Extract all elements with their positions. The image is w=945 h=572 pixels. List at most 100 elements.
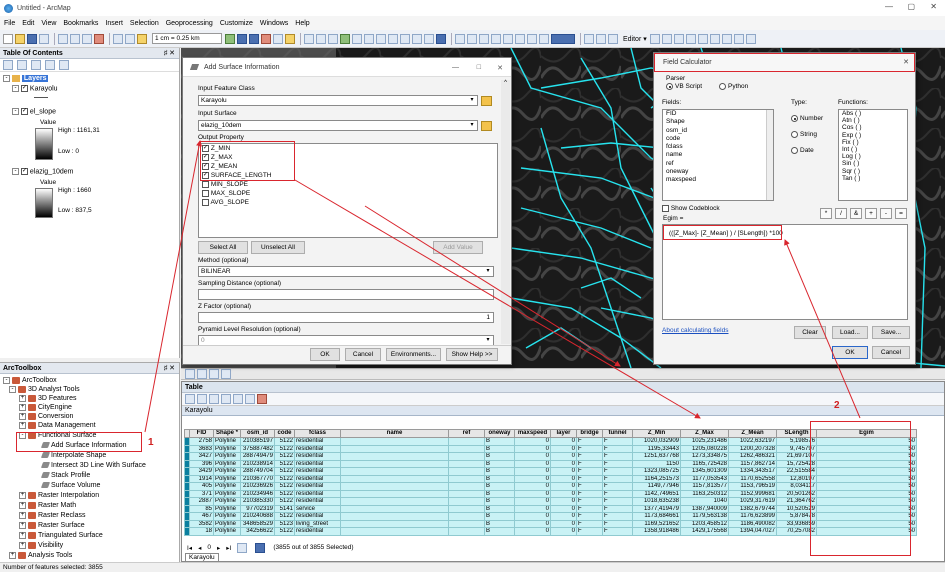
editor-menu[interactable]: Editor ▾ — [623, 35, 647, 43]
table-cell[interactable] — [448, 497, 485, 506]
parser-vbscript-radio[interactable]: VB Script — [666, 83, 702, 91]
last-record-icon[interactable]: ▸I — [226, 544, 231, 552]
table-cell[interactable]: 1165,725428 — [680, 459, 729, 468]
table-cell[interactable]: 1186,490082 — [728, 519, 777, 528]
expand-icon[interactable]: + — [19, 412, 26, 420]
table-cell[interactable]: 1149,77946 — [632, 482, 681, 491]
table-cell[interactable]: residential — [294, 437, 341, 446]
layer-el-slope[interactable]: - ✓ el_slope — [12, 108, 56, 115]
table-cell[interactable]: 0 — [550, 437, 577, 446]
fields-scrollbar[interactable] — [766, 110, 773, 200]
select-features-icon[interactable] — [400, 33, 410, 44]
zoom-to-selected-icon[interactable] — [245, 394, 255, 404]
first-record-icon[interactable]: I◂ — [187, 544, 192, 552]
table-cell[interactable]: 0 — [550, 444, 577, 453]
radio-selected[interactable] — [791, 115, 798, 122]
table-cell[interactable]: F — [602, 482, 633, 491]
collapse-icon[interactable]: - — [3, 75, 10, 82]
record-number[interactable]: 0 — [207, 544, 211, 551]
column-header[interactable]: maxspeed — [514, 429, 551, 438]
paste-icon[interactable] — [82, 33, 92, 44]
table-cell[interactable]: B — [484, 519, 515, 528]
layer-visibility-checkbox[interactable]: ✓ — [20, 108, 28, 115]
table-cell[interactable] — [448, 459, 485, 468]
toc-window-icon[interactable] — [237, 33, 247, 44]
dialog-scrollbar[interactable]: ^ — [501, 80, 510, 344]
table-cell[interactable]: 5122 — [274, 497, 295, 506]
radio-unselected[interactable] — [719, 83, 726, 90]
table-cell[interactable]: 1251,637768 — [632, 452, 681, 461]
table-cell[interactable]: 0 — [550, 504, 577, 513]
toc-options-icon[interactable] — [59, 60, 69, 70]
load-button[interactable]: Load... — [832, 326, 868, 339]
html-popup-icon[interactable] — [503, 33, 513, 44]
table-cell[interactable] — [340, 489, 449, 498]
measure-icon[interactable] — [479, 33, 489, 44]
add-value-button[interactable]: Add Value — [433, 241, 483, 254]
table-cell[interactable]: residential — [294, 474, 341, 483]
table-row[interactable]: 371 Polyline 210234946 5122 residential B 0 0 F F… — [184, 489, 917, 498]
collapse-icon[interactable]: - — [3, 376, 10, 384]
table-cell[interactable]: 1377,419479 — [632, 504, 681, 513]
table-cell[interactable]: residential — [294, 467, 341, 476]
table-cell[interactable]: Polyline — [213, 467, 241, 476]
table-cell[interactable]: Polyline — [213, 504, 241, 513]
toolset-3d-features[interactable]: +3D Features — [19, 394, 77, 403]
table-cell[interactable]: 5122 — [274, 437, 295, 446]
column-header[interactable]: osm_id — [240, 429, 275, 438]
function-item[interactable]: Log ( ) — [839, 153, 907, 160]
table-options-icon[interactable] — [185, 394, 195, 404]
column-header[interactable]: tunnel — [602, 429, 633, 438]
table-cell[interactable]: 2887 — [189, 497, 214, 506]
arctoolbox-icon[interactable] — [261, 33, 271, 44]
time-slider-icon[interactable] — [515, 33, 525, 44]
tool-stack-profile[interactable]: Stack Profile — [40, 471, 90, 480]
table-cell[interactable]: 1040 — [680, 497, 729, 506]
expand-icon[interactable]: + — [19, 521, 26, 529]
data-view-icon[interactable] — [185, 369, 195, 379]
table-row[interactable]: 3427 Polyline 288749479 5122 residential B 0 0 F… — [184, 452, 917, 461]
table-cell[interactable]: 1200,207328 — [728, 444, 777, 453]
table-cell[interactable]: 0 — [550, 512, 577, 521]
table-cell[interactable]: B — [484, 467, 515, 476]
expand-icon[interactable]: + — [19, 541, 26, 549]
table-cell[interactable]: 1323,085725 — [632, 467, 681, 476]
table-cell[interactable]: 210385330 — [240, 497, 275, 506]
multiply-operator-button[interactable]: * — [820, 208, 832, 219]
minus-operator-button[interactable]: - — [880, 208, 892, 219]
copy-icon[interactable] — [70, 33, 80, 44]
dialog-maximize-button[interactable]: □ — [477, 64, 481, 71]
menu-edit[interactable]: Edit — [22, 20, 34, 27]
pause-drawing-icon[interactable] — [221, 369, 231, 379]
arctoolbox-pin-close[interactable]: ♯ ✕ — [164, 364, 175, 372]
find-icon[interactable] — [455, 33, 465, 44]
save-button[interactable]: Save... — [872, 326, 910, 339]
list-by-source-icon[interactable] — [17, 60, 27, 70]
field-item[interactable]: osm_id — [663, 127, 773, 135]
table-cell[interactable]: 0 — [550, 527, 577, 536]
table-cell[interactable]: 371 — [189, 489, 214, 498]
table-cell[interactable]: 3429 — [189, 467, 214, 476]
table-cell[interactable]: B — [484, 444, 515, 453]
table-cell[interactable]: 0 — [514, 444, 551, 453]
column-header[interactable]: Z_Max — [680, 429, 729, 438]
toolbox-root[interactable]: - ArcToolbox — [3, 376, 57, 385]
toc-pin-close[interactable]: ♯ ✕ — [164, 49, 175, 57]
table-cell[interactable] — [448, 489, 485, 498]
color-swatch-icon[interactable] — [551, 33, 575, 44]
map-scale-input[interactable]: 1 cm = 0.25 km — [152, 33, 222, 44]
collapse-icon[interactable]: - — [12, 85, 19, 92]
checkbox-unchecked[interactable] — [202, 190, 209, 197]
table-cell[interactable]: 210385197 — [240, 437, 275, 446]
table-cell[interactable]: 1429,175568 — [680, 527, 729, 536]
swipe-icon[interactable] — [608, 33, 618, 44]
table-cell[interactable]: F — [602, 512, 633, 521]
catalog-window-icon[interactable] — [249, 33, 259, 44]
field-item[interactable]: FID — [663, 110, 773, 118]
trace-icon[interactable] — [697, 33, 708, 44]
table-cell[interactable]: residential — [294, 527, 341, 536]
table-cell[interactable]: 1334,343517 — [728, 467, 777, 476]
table-cell[interactable]: 0 — [550, 452, 577, 461]
table-cell[interactable]: F — [576, 452, 603, 461]
table-cell[interactable] — [448, 452, 485, 461]
